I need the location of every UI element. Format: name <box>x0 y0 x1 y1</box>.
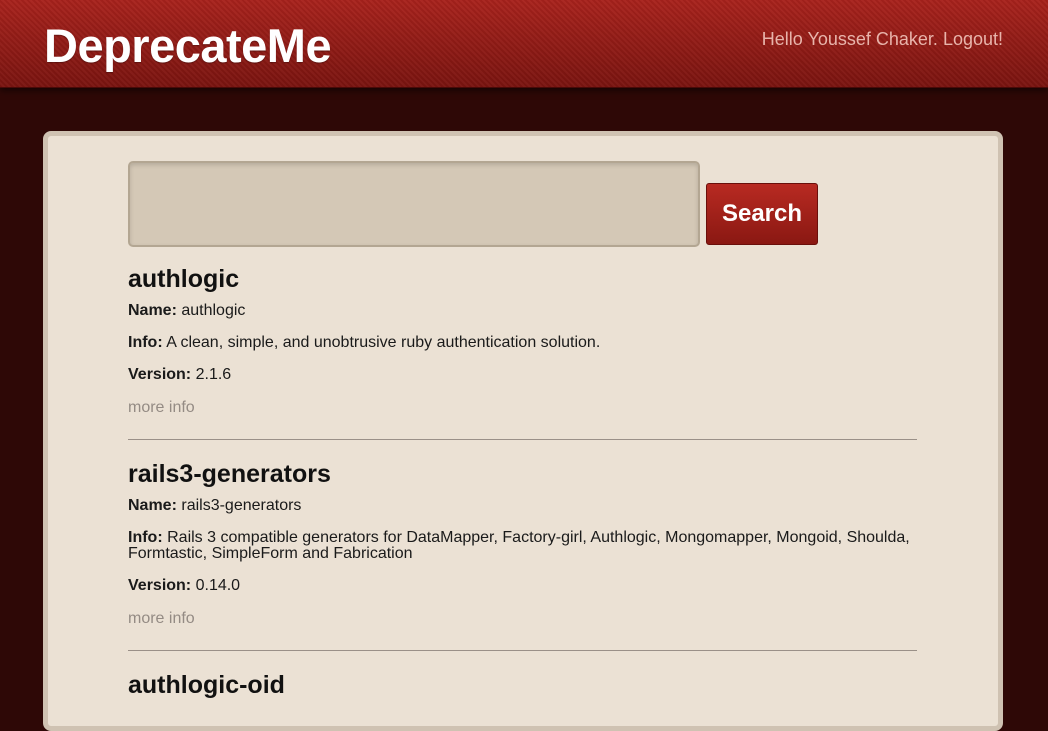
header-bar: DeprecateMe Hello Youssef Chaker. Logout… <box>0 0 1048 88</box>
result-info: Info: Rails 3 compatible generators for … <box>128 530 917 562</box>
name-label: Name: <box>128 497 177 514</box>
result-title: authlogic <box>128 265 240 293</box>
result-version: Version: 2.1.6 <box>128 367 917 383</box>
search-button[interactable]: Search <box>706 183 818 245</box>
results-list: authlogic Name: authlogic Info: A clean,… <box>128 264 917 709</box>
main-panel: Search authlogic Name: authlogic Info: A… <box>43 131 1003 731</box>
name-value: authlogic <box>181 302 246 319</box>
version-value: 2.1.6 <box>195 366 232 383</box>
more-info-link[interactable]: more info <box>128 399 917 417</box>
result-version: Version: 0.14.0 <box>128 578 917 594</box>
site-logo[interactable]: DeprecateMe <box>44 20 332 72</box>
result-title: rails3-generators <box>128 460 331 488</box>
version-value: 0.14.0 <box>195 577 241 594</box>
version-label: Version: <box>128 366 192 383</box>
info-label: Info: <box>128 334 163 351</box>
info-value: Rails 3 compatible generators for DataMa… <box>128 529 910 562</box>
greeting-text: Hello Youssef Chaker. <box>761 29 938 49</box>
logout-link[interactable]: Logout! <box>943 29 1003 49</box>
info-value: A clean, simple, and unobtrusive ruby au… <box>166 334 601 351</box>
info-label: Info: <box>128 529 163 546</box>
result-item: rails3-generators Name: rails3-generator… <box>128 459 917 651</box>
more-info-link[interactable]: more info <box>128 610 917 628</box>
result-title: authlogic-oid <box>128 671 285 699</box>
result-name: Name: authlogic <box>128 303 917 319</box>
user-bar: Hello Youssef Chaker. Logout! <box>762 28 1003 50</box>
name-value: rails3-generators <box>181 497 302 514</box>
search-input[interactable] <box>128 161 700 247</box>
result-name: Name: rails3-generators <box>128 498 917 514</box>
version-label: Version: <box>128 577 192 594</box>
result-item: authlogic Name: authlogic Info: A clean,… <box>128 264 917 440</box>
name-label: Name: <box>128 302 177 319</box>
result-info: Info: A clean, simple, and unobtrusive r… <box>128 335 917 351</box>
